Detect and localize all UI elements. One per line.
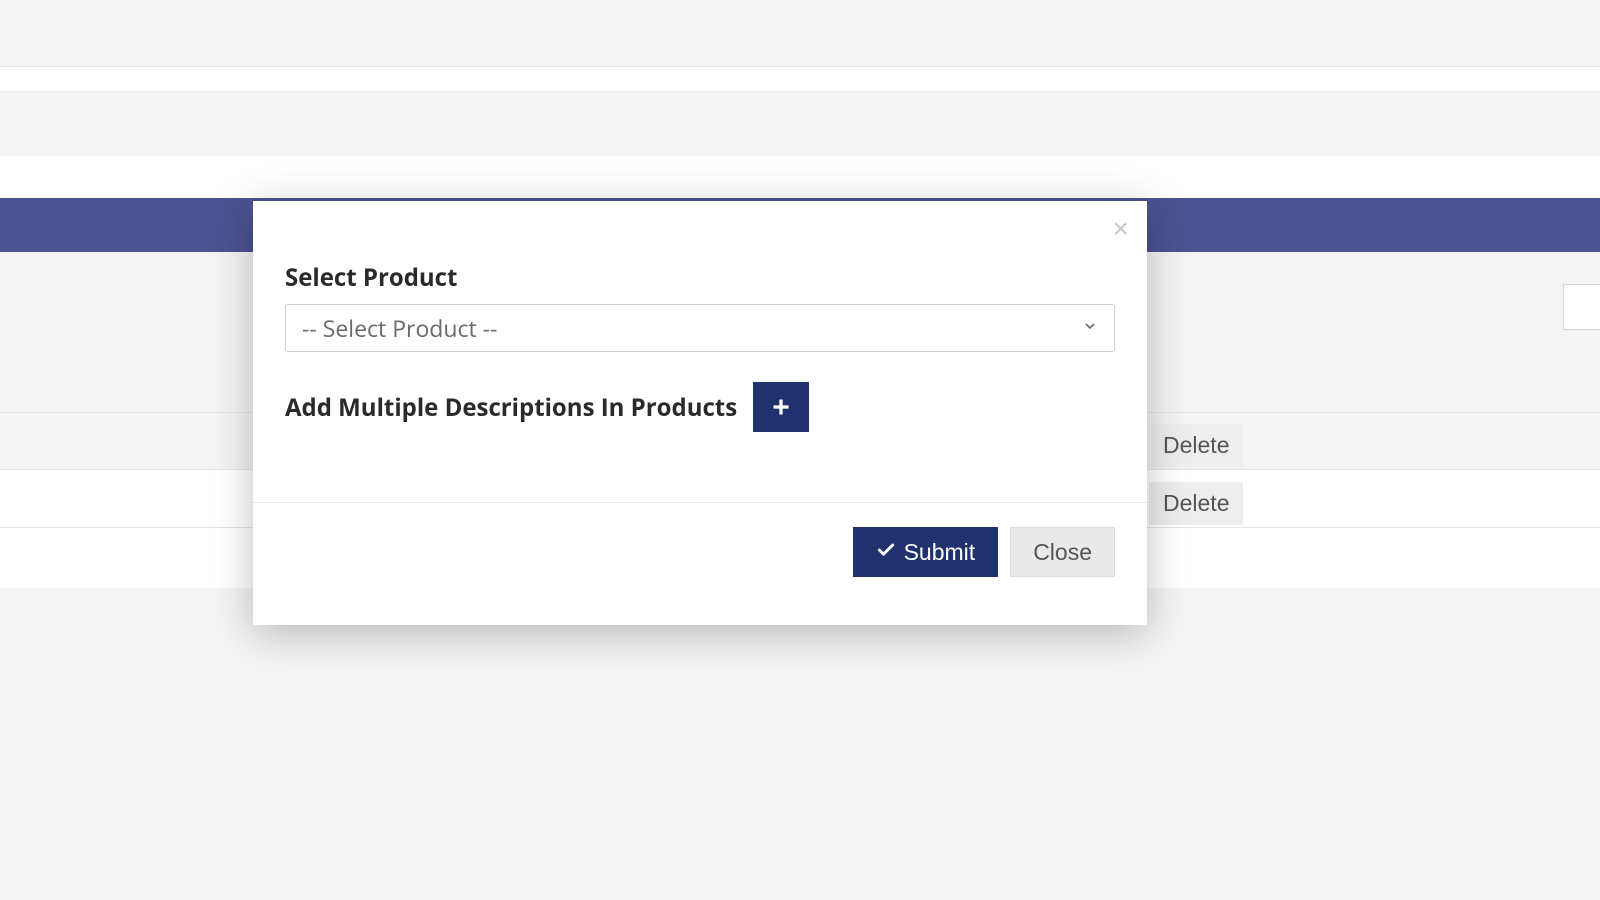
delete-button-label: Delete bbox=[1163, 490, 1229, 516]
modal-body: Select Product -- Select Product -- Add … bbox=[253, 255, 1147, 502]
add-descriptions-row: Add Multiple Descriptions In Products bbox=[285, 382, 1115, 432]
select-product-dropdown[interactable]: -- Select Product -- bbox=[285, 304, 1115, 352]
close-icon-glyph: × bbox=[1113, 213, 1129, 244]
page-header-area bbox=[0, 0, 1600, 67]
modal-footer: Submit Close bbox=[253, 502, 1147, 625]
add-description-button[interactable] bbox=[753, 382, 809, 432]
select-product-label: Select Product bbox=[285, 261, 1115, 294]
add-descriptions-label: Add Multiple Descriptions In Products bbox=[285, 391, 737, 424]
page-spacer-2 bbox=[0, 156, 1600, 198]
delete-button[interactable]: Delete bbox=[1149, 424, 1243, 467]
close-icon[interactable]: × bbox=[1113, 215, 1129, 243]
delete-button-label: Delete bbox=[1163, 432, 1229, 458]
close-button-label: Close bbox=[1033, 539, 1092, 566]
close-button[interactable]: Close bbox=[1010, 527, 1115, 577]
delete-button[interactable]: Delete bbox=[1149, 482, 1243, 525]
check-icon bbox=[876, 539, 896, 566]
plus-icon bbox=[771, 397, 791, 417]
submit-button-label: Submit bbox=[904, 539, 976, 566]
search-input[interactable] bbox=[1563, 284, 1600, 330]
product-modal: × Select Product -- Select Product -- Ad… bbox=[253, 201, 1147, 625]
page-spacer bbox=[0, 67, 1600, 91]
chevron-down-icon bbox=[1082, 317, 1098, 339]
submit-button[interactable]: Submit bbox=[853, 527, 999, 577]
select-product-value: -- Select Product -- bbox=[302, 312, 1082, 344]
modal-header: × bbox=[253, 201, 1147, 255]
page-toolbar-area bbox=[0, 91, 1600, 156]
